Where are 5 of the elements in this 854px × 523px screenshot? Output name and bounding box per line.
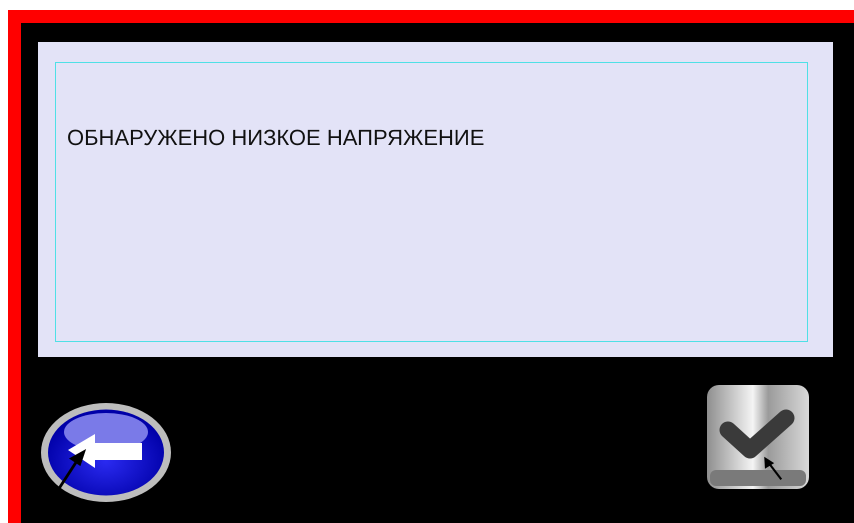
checkmark-icon (720, 410, 794, 458)
left-arrow-icon (68, 434, 142, 468)
back-button[interactable] (40, 402, 172, 503)
warning-message: ОБНАРУЖЕНО НИЗКОЕ НАПРЯЖЕНИЕ (67, 124, 486, 152)
confirm-button[interactable] (706, 384, 810, 490)
